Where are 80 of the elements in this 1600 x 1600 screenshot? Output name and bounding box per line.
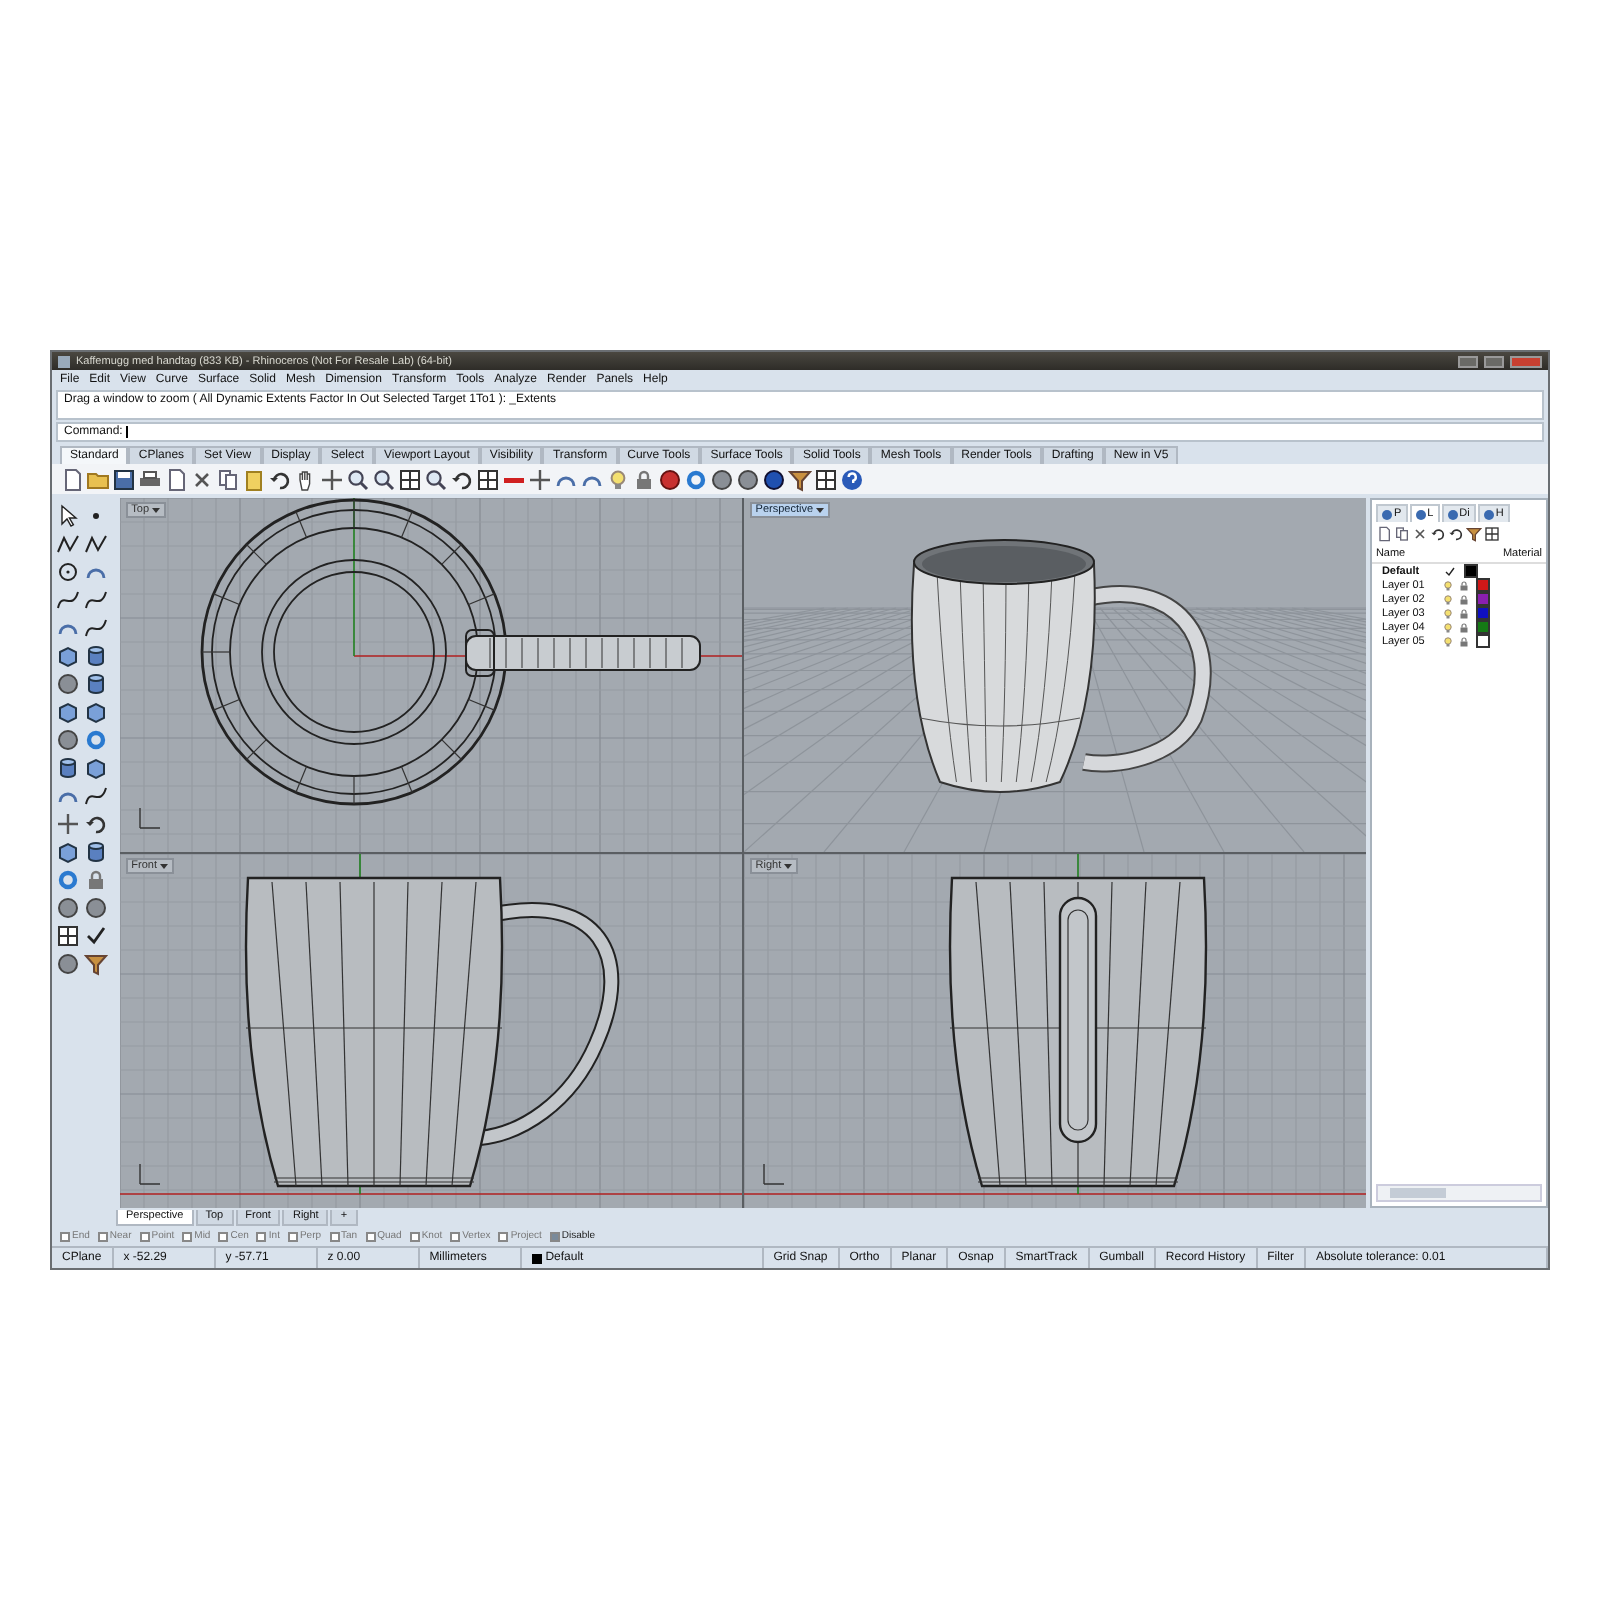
sphere-icon[interactable] xyxy=(84,896,108,920)
check-icon[interactable] xyxy=(84,924,108,948)
help-icon[interactable] xyxy=(840,467,864,491)
close-button[interactable] xyxy=(1510,355,1542,367)
curve-icon[interactable] xyxy=(84,784,108,808)
grid-icon[interactable] xyxy=(1483,526,1500,542)
sphere-icon[interactable] xyxy=(56,728,80,752)
cylinder-icon[interactable] xyxy=(84,840,108,864)
layer-color-swatch[interactable] xyxy=(1463,564,1478,578)
grid-icon[interactable] xyxy=(476,467,500,491)
box-icon[interactable] xyxy=(56,644,80,668)
undo-icon[interactable] xyxy=(268,467,292,491)
cylinder-icon[interactable] xyxy=(84,672,108,696)
circle-icon[interactable] xyxy=(56,560,80,584)
cross-icon[interactable] xyxy=(190,467,214,491)
axis-icon xyxy=(762,1163,785,1185)
lock-icon[interactable] xyxy=(632,467,656,491)
cursor-icon[interactable] xyxy=(56,504,80,528)
curve-icon[interactable] xyxy=(56,588,80,612)
grid-icon[interactable] xyxy=(56,924,80,948)
box-icon[interactable] xyxy=(84,756,108,780)
layer-color-swatch[interactable] xyxy=(1475,620,1490,634)
bulb-icon[interactable] xyxy=(1441,579,1454,591)
bulb-icon[interactable] xyxy=(1441,635,1454,647)
sphere-icon[interactable] xyxy=(710,467,734,491)
page-icon[interactable] xyxy=(1375,526,1392,542)
bulb-icon[interactable] xyxy=(1441,607,1454,619)
cross-icon[interactable] xyxy=(1411,526,1428,542)
caret-icon[interactable] xyxy=(816,505,825,514)
sphere-icon[interactable] xyxy=(736,467,760,491)
undo-icon[interactable] xyxy=(84,812,108,836)
caret-icon[interactable] xyxy=(152,505,161,514)
magnifier-icon[interactable] xyxy=(346,467,370,491)
ring-icon[interactable] xyxy=(684,467,708,491)
layer-color-swatch[interactable] xyxy=(1475,634,1490,648)
maximize-button[interactable] xyxy=(1484,355,1504,367)
sphere-icon[interactable] xyxy=(56,672,80,696)
lock-icon[interactable] xyxy=(1457,593,1470,605)
layer-color-swatch[interactable] xyxy=(1475,592,1490,606)
copy-icon[interactable] xyxy=(1393,526,1410,542)
grid-icon[interactable] xyxy=(398,467,422,491)
axis-icon xyxy=(138,807,161,829)
magnifier-icon[interactable] xyxy=(424,467,448,491)
curve-icon[interactable] xyxy=(84,588,108,612)
move-icon[interactable] xyxy=(320,467,344,491)
funnel-icon[interactable] xyxy=(84,952,108,976)
copy-icon[interactable] xyxy=(216,467,240,491)
magnifier-icon[interactable] xyxy=(372,467,396,491)
caret-icon[interactable] xyxy=(784,861,793,870)
grid-icon[interactable] xyxy=(814,467,838,491)
layer-color-swatch[interactable] xyxy=(1475,578,1490,592)
funnel-icon[interactable] xyxy=(1465,526,1482,542)
layer-color-swatch[interactable] xyxy=(1475,606,1490,620)
box-icon[interactable] xyxy=(56,840,80,864)
minimize-button[interactable] xyxy=(1458,355,1478,367)
bulb-icon[interactable] xyxy=(1441,593,1454,605)
curve-icon[interactable] xyxy=(84,616,108,640)
box-icon[interactable] xyxy=(84,700,108,724)
cylinder-icon[interactable] xyxy=(56,756,80,780)
undo-icon[interactable] xyxy=(450,467,474,491)
move-icon[interactable] xyxy=(56,812,80,836)
sphere-icon[interactable] xyxy=(56,952,80,976)
bulb-icon[interactable] xyxy=(606,467,630,491)
caret-icon[interactable] xyxy=(160,861,169,870)
lock-icon[interactable] xyxy=(1457,579,1470,591)
printer-icon[interactable] xyxy=(138,467,162,491)
lock-icon[interactable] xyxy=(1457,607,1470,619)
box-icon[interactable] xyxy=(56,700,80,724)
axis-icon xyxy=(138,1163,161,1185)
sphere-icon[interactable] xyxy=(56,896,80,920)
polyline-icon[interactable] xyxy=(84,532,108,556)
clipboard-icon[interactable] xyxy=(242,467,266,491)
app-icon xyxy=(58,355,70,367)
cylinder-icon[interactable] xyxy=(84,644,108,668)
polyline-icon[interactable] xyxy=(56,532,80,556)
lock-icon[interactable] xyxy=(1457,621,1470,633)
lock-icon[interactable] xyxy=(1457,635,1470,647)
scrollbar[interactable] xyxy=(1375,1184,1542,1202)
bulb-icon[interactable] xyxy=(1441,621,1454,633)
move-icon[interactable] xyxy=(528,467,552,491)
